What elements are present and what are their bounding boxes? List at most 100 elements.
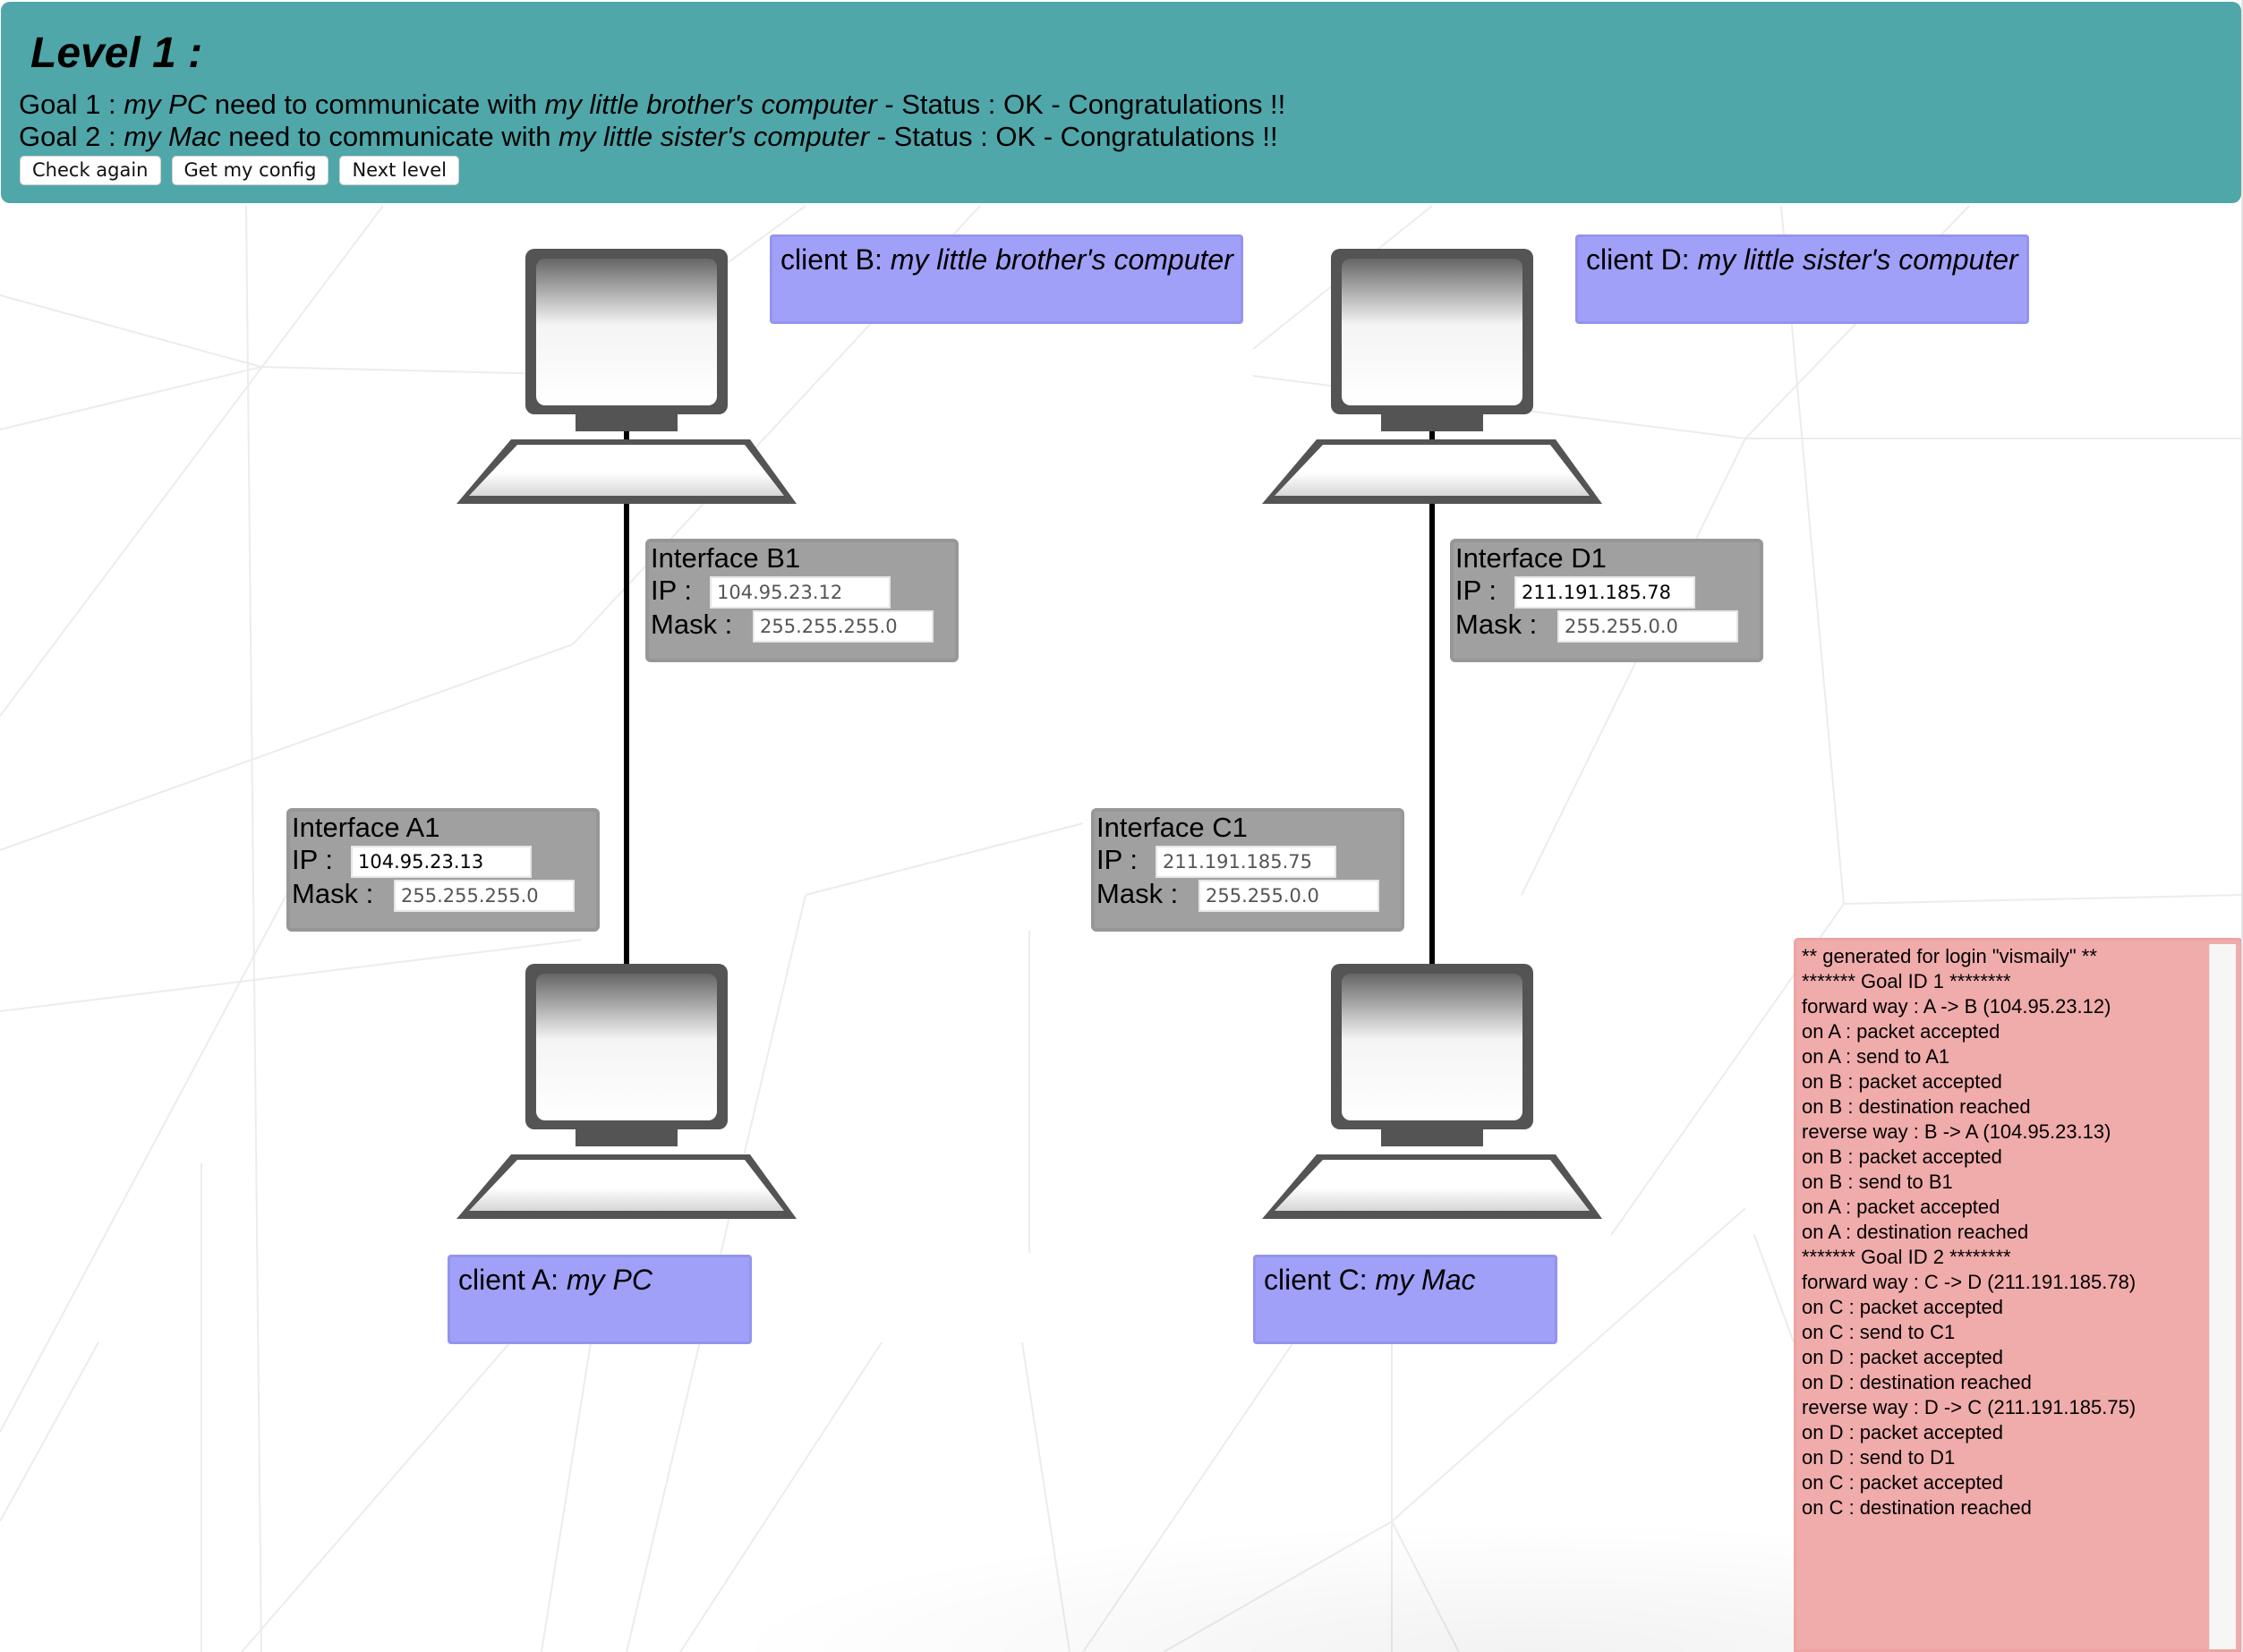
trace-log-panel[interactable]: ** generated for login "vismaily" ** ****…: [1794, 938, 2243, 1652]
goal-1-prefix: Goal 1 :: [19, 89, 124, 120]
log-line: reverse way : D -> C (211.191.185.75): [1802, 1396, 2136, 1418]
computer-c[interactable]: [1262, 964, 1602, 1220]
log-line: ** generated for login "vismaily" **: [1802, 945, 2097, 967]
goal-1-status: - Status : OK - Congratulations !!: [876, 89, 1286, 120]
client-label-c: client C: my Mac: [1253, 1255, 1557, 1344]
client-label-a: client A: my PC: [448, 1255, 752, 1344]
client-d-name: my little sister's computer: [1697, 243, 2018, 276]
log-line: on D : destination reached: [1802, 1371, 2032, 1393]
monitor-screen: [536, 259, 717, 405]
network-level-page: Level 1 : Goal 1 : my PC need to communi…: [0, 0, 2243, 1652]
interface-b1-mask-label: Mask :: [651, 609, 733, 640]
computer-icon: [1262, 249, 1602, 504]
interface-a1-ip-input[interactable]: [351, 846, 532, 878]
log-line: on A : packet accepted: [1802, 1196, 2000, 1218]
bottom-shadow: [716, 1521, 1880, 1652]
interface-d1-ip-label: IP :: [1455, 575, 1497, 606]
computer-icon: [456, 964, 797, 1219]
next-level-button[interactable]: Next level: [339, 156, 459, 185]
level-title: Level 1 :: [30, 30, 203, 77]
goal-2-text: Goal 2 : my Mac need to communicate with…: [19, 121, 1278, 153]
client-b-name: my little brother's computer: [890, 243, 1233, 276]
log-line: on A : destination reached: [1802, 1221, 2029, 1243]
log-line: on A : packet accepted: [1802, 1020, 2000, 1043]
log-line: on C : packet accepted: [1802, 1471, 2004, 1494]
goal-2-target: my little sister's computer: [559, 121, 870, 152]
log-line: forward way : A -> B (104.95.23.12): [1802, 995, 2111, 1018]
monitor-stand: [576, 1129, 678, 1146]
monitor-screen: [1342, 974, 1522, 1120]
trace-log-text: ** generated for login "vismaily" ** ****…: [1802, 944, 2205, 1520]
header-button-row: Check again Get my config Next level: [20, 156, 459, 185]
interface-a1-ip-label: IP :: [292, 844, 333, 875]
goal-2-prefix: Goal 2 :: [19, 121, 124, 152]
keyboard-surface: [1275, 445, 1590, 496]
log-line: on C : packet accepted: [1802, 1296, 2004, 1318]
interface-c1-mask-label: Mask :: [1096, 878, 1179, 909]
client-c-name: my Mac: [1375, 1264, 1476, 1296]
interface-d1-mask-label: Mask :: [1455, 609, 1538, 640]
interface-d1-mask-input[interactable]: [1557, 610, 1738, 643]
log-line: on D : packet accepted: [1802, 1346, 2004, 1368]
goal-2-status: - Status : OK - Congratulations !!: [869, 121, 1278, 152]
goal-1-target: my little brother's computer: [544, 89, 877, 120]
interface-c1-mask-input[interactable]: [1198, 880, 1379, 912]
computer-b[interactable]: [456, 249, 797, 505]
client-d-prefix: client D:: [1586, 243, 1698, 276]
interface-a1-mask-input[interactable]: [394, 880, 575, 912]
computer-icon: [456, 249, 797, 504]
log-line: ******* Goal ID 1 ********: [1802, 970, 2011, 992]
client-a-name: my PC: [566, 1264, 652, 1296]
level-header: Level 1 : Goal 1 : my PC need to communi…: [1, 2, 2241, 203]
monitor-screen: [536, 974, 717, 1120]
log-line: on B : packet accepted: [1802, 1145, 2002, 1168]
interface-b1-mask-input[interactable]: [753, 610, 934, 643]
client-b-prefix: client B:: [780, 243, 891, 276]
computer-d[interactable]: [1262, 249, 1602, 505]
log-line: on C : destination reached: [1802, 1496, 2032, 1519]
goal-1-text: Goal 1 : my PC need to communicate with …: [19, 89, 1285, 121]
interface-a1-box: Interface A1 IP : Mask :: [286, 808, 600, 932]
interface-b1-title: Interface B1: [651, 542, 801, 574]
interface-c1-box: Interface C1 IP : Mask :: [1091, 808, 1404, 932]
check-again-button[interactable]: Check again: [20, 156, 161, 185]
interface-c1-ip-label: IP :: [1096, 844, 1138, 875]
goal-2-source: my Mac: [124, 121, 221, 152]
log-scrollbar[interactable]: [2209, 944, 2236, 1649]
interface-d1-ip-input[interactable]: [1514, 576, 1695, 609]
log-line: on B : send to B1: [1802, 1171, 1953, 1193]
goal-2-middle: need to communicate with: [220, 121, 559, 152]
client-label-d: client D: my little sister's computer: [1575, 234, 2029, 324]
computer-a[interactable]: [456, 964, 797, 1220]
keyboard-surface: [469, 1160, 784, 1211]
interface-c1-ip-input[interactable]: [1156, 846, 1336, 878]
log-line: on A : send to A1: [1802, 1045, 1950, 1068]
log-line: on B : packet accepted: [1802, 1070, 2002, 1093]
interface-b1-box: Interface B1 IP : Mask :: [645, 539, 959, 662]
client-c-prefix: client C:: [1264, 1264, 1376, 1296]
goal-1-source: my PC: [124, 89, 208, 120]
get-my-config-button[interactable]: Get my config: [171, 156, 329, 185]
monitor-screen: [1342, 259, 1522, 405]
log-line: on B : destination reached: [1802, 1095, 2031, 1118]
log-line: on D : send to D1: [1802, 1446, 1956, 1469]
keyboard-surface: [1275, 1160, 1590, 1211]
interface-c1-title: Interface C1: [1096, 812, 1248, 843]
log-line: reverse way : B -> A (104.95.23.13): [1802, 1120, 2111, 1143]
interface-a1-title: Interface A1: [292, 812, 440, 843]
monitor-stand: [1381, 1129, 1483, 1146]
client-label-b: client B: my little brother's computer: [770, 234, 1243, 324]
computer-icon: [1262, 964, 1602, 1219]
client-a-prefix: client A:: [458, 1264, 567, 1296]
monitor-stand: [576, 414, 678, 431]
goal-1-middle: need to communicate with: [207, 89, 545, 120]
interface-d1-title: Interface D1: [1455, 542, 1607, 574]
keyboard-surface: [469, 445, 784, 496]
log-line: forward way : C -> D (211.191.185.78): [1802, 1271, 2136, 1293]
log-line: on D : packet accepted: [1802, 1421, 2004, 1443]
log-line: on C : send to C1: [1802, 1321, 1956, 1343]
interface-b1-ip-input[interactable]: [710, 576, 891, 609]
interface-a1-mask-label: Mask :: [292, 878, 374, 909]
interface-d1-box: Interface D1 IP : Mask :: [1450, 539, 1763, 662]
interface-b1-ip-label: IP :: [651, 575, 692, 606]
